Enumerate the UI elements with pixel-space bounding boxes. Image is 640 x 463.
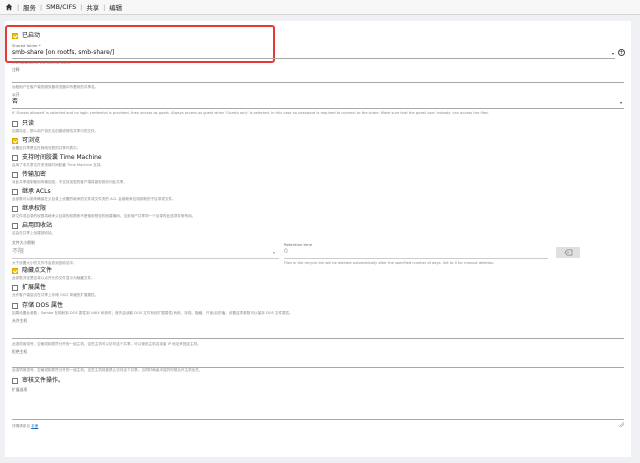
breadcrumb-separator: | — [80, 3, 83, 11]
inherit-acls-checkbox[interactable] — [12, 189, 18, 195]
inherit-permissions-checkbox[interactable] — [12, 206, 18, 212]
browseable-hint: 设置此共享是否在网络邻居的共享列表中。 — [12, 146, 81, 150]
footer-text: 详情请参见 手册 — [12, 424, 38, 429]
comment-label: 注释 — [12, 67, 20, 72]
time-machine-hint: 启用了本共享文件夹采用时间胶囊 Time Machine 支持。 — [12, 163, 104, 167]
recycle-bin-label: 启用回收站 — [22, 222, 53, 229]
breadcrumb-separator: | — [39, 3, 43, 11]
top-bar: | 服务 | SMB/CIFS | 共享 | 编辑 — [0, 0, 640, 15]
footer-prefix: 详情请参见 — [12, 424, 30, 428]
retention-input[interactable]: 0 — [284, 248, 288, 256]
inherit-acls-label: 继承 ACLs — [22, 188, 51, 195]
hosts-deny-textarea[interactable] — [12, 354, 624, 368]
transport-encryption-hint: 对此共享强制使用传输加密。不支持加密的客户端将被拒绝访问此共享。 — [12, 180, 127, 184]
public-underline — [12, 108, 624, 109]
shared-folder-dropdown-icon[interactable]: ▾ — [612, 51, 614, 56]
hosts-allow-textarea[interactable] — [12, 323, 624, 339]
retention-underline — [284, 258, 548, 259]
retention-label: Retention time — [284, 242, 313, 247]
store-dos-attributes-hint: 如果设置此参数，Samba 在映射到 DOS 属性到 UNIX 系统时，首先会读… — [12, 311, 293, 315]
max-size-hint: 大于设置大小的文件不会放到回收站中。 — [12, 261, 77, 265]
enabled-label: 已启动 — [22, 32, 41, 39]
breadcrumb-services[interactable]: 服务 — [23, 3, 36, 12]
audit-checkbox[interactable] — [12, 378, 18, 384]
public-select[interactable]: 否 — [12, 98, 18, 106]
recycle-bin-hint: 这会在共享上创建回收站。 — [12, 231, 56, 235]
store-dos-attributes-label: 存储 DOS 属性 — [22, 302, 63, 309]
readonly-label: 只读 — [22, 120, 35, 127]
shared-folder-underline — [12, 58, 615, 59]
resize-handle-icon[interactable] — [618, 412, 625, 428]
inherit-permissions-hint: 新文件或目录的权限将继承父目录的权限而不是使用预设的创建掩码。当多用户共享同一个… — [12, 214, 196, 218]
public-label: 公开 — [12, 92, 20, 97]
breadcrumb-shares[interactable]: 共享 — [86, 3, 99, 12]
comment-hint: 远程用户在客户端的服务器浏览器中所看到的共享名。 — [12, 85, 99, 89]
max-size-input[interactable]: 不限 — [12, 248, 24, 256]
inherit-permissions-label: 继承权限 — [22, 205, 47, 212]
edit-form-panel: 已启动 Shared folder * smb-share [on rootfs… — [5, 21, 631, 457]
readonly-checkbox[interactable] — [12, 121, 18, 127]
breadcrumb-separator: | — [103, 3, 106, 11]
max-size-underline — [12, 258, 279, 259]
extended-attributes-label: 扩展属性 — [22, 284, 47, 291]
tag-icon[interactable] — [556, 247, 580, 258]
inherit-acls-hint: 此参数可以用来确保在父目录上设置的继承的文件或文件夹的 ACL 会被继承应用到新… — [12, 197, 176, 201]
browseable-label: 可浏览 — [22, 137, 41, 144]
hosts-allow-hint: 此选项用逗号、空格或制表符分开的一组主机，这些主机可以访问这个共享。可以使用主机… — [12, 342, 201, 346]
retention-hint: Files in the recycle bin will be deleted… — [284, 261, 495, 265]
hosts-deny-hint: 此选项用逗号、空格或制表符分开的一组主机，这些主机将被禁止访问这个共享。当同时两… — [12, 368, 203, 372]
max-size-label: 文件大小限制 — [12, 240, 35, 245]
time-machine-label: 支持时间胶囊 Time Machine — [22, 154, 102, 161]
extended-attributes-hint: 允许客户端尝试在共享上存储 OS/2 风格的扩展属性。 — [12, 293, 99, 297]
add-folder-icon[interactable]: + — [618, 49, 625, 56]
transport-encryption-label: 传输加密 — [22, 171, 47, 178]
recycle-bin-checkbox[interactable] — [12, 223, 18, 229]
max-size-dropdown-icon[interactable]: ▾ — [273, 250, 275, 255]
transport-encryption-checkbox[interactable] — [12, 172, 18, 178]
browseable-checkbox[interactable] — [12, 138, 18, 144]
extra-options-textarea[interactable] — [12, 393, 624, 420]
manual-link[interactable]: 手册 — [31, 424, 38, 428]
extended-attributes-checkbox[interactable] — [12, 285, 18, 291]
audit-label: 审核文件操作。 — [22, 377, 65, 384]
enabled-checkbox[interactable] — [12, 33, 18, 39]
time-machine-checkbox[interactable] — [12, 155, 18, 161]
hide-dot-files-hint: 此参数决定是否将以点开头的文件显示为隐藏文件。 — [12, 276, 95, 280]
hide-dot-files-label: 隐藏点文件 — [22, 267, 53, 274]
shared-folder-hint: The location of the files to share. — [12, 61, 72, 65]
public-hint: If 'Guests allowed' is selected and no l… — [12, 111, 489, 115]
breadcrumb-edit: 编辑 — [109, 3, 123, 12]
breadcrumb-separator: | — [17, 3, 20, 11]
hide-dot-files-checkbox[interactable] — [12, 268, 18, 274]
extra-options-label: 扩展选项 — [12, 387, 28, 392]
store-dos-attributes-checkbox[interactable] — [12, 303, 18, 309]
shared-folder-select[interactable]: smb-share [on rootfs, smb-share/] — [12, 49, 114, 57]
public-dropdown-icon[interactable]: ▾ — [620, 100, 622, 105]
shared-folder-label: Shared folder * — [12, 43, 41, 48]
home-icon[interactable] — [4, 3, 13, 12]
breadcrumb-smb[interactable]: SMB/CIFS — [46, 3, 76, 11]
comment-input[interactable] — [12, 82, 624, 83]
readonly-hint: 如果设定，那么用户将无法创建或修改共享中的文件。 — [12, 129, 99, 133]
